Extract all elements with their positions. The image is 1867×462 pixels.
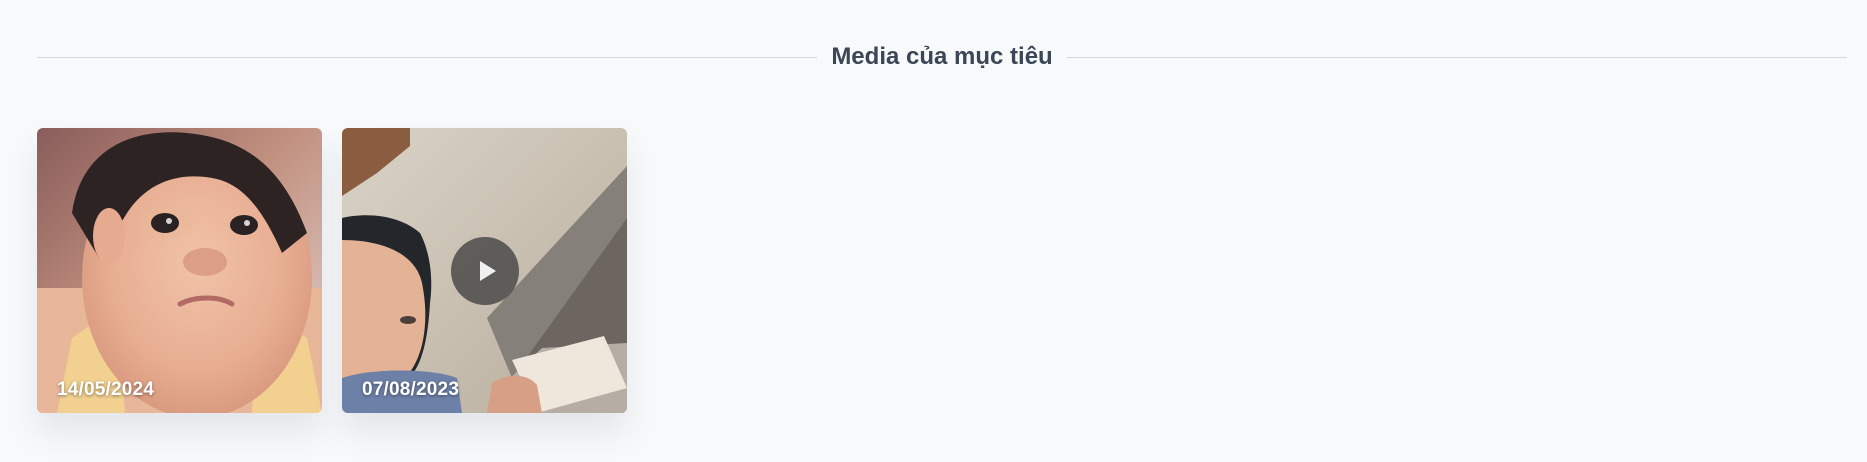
play-icon [479, 260, 496, 281]
media-item-photo[interactable]: 14/05/2024 [37, 128, 322, 413]
section-title: Media của mục tiêu [831, 43, 1053, 70]
media-date: 14/05/2024 [57, 379, 155, 400]
media-section: Media của mục tiêu 14/05/2024 07/08/2023 [0, 0, 1867, 462]
media-date: 07/08/2023 [362, 379, 460, 400]
section-header: Media của mục tiêu [37, 43, 1848, 70]
divider-left [37, 56, 818, 58]
photo-thumbnail [37, 128, 322, 413]
media-grid: 14/05/2024 07/08/2023 [37, 128, 627, 413]
media-item-video[interactable]: 07/08/2023 [342, 128, 627, 413]
divider-right [1066, 56, 1848, 58]
play-button[interactable] [450, 236, 519, 305]
